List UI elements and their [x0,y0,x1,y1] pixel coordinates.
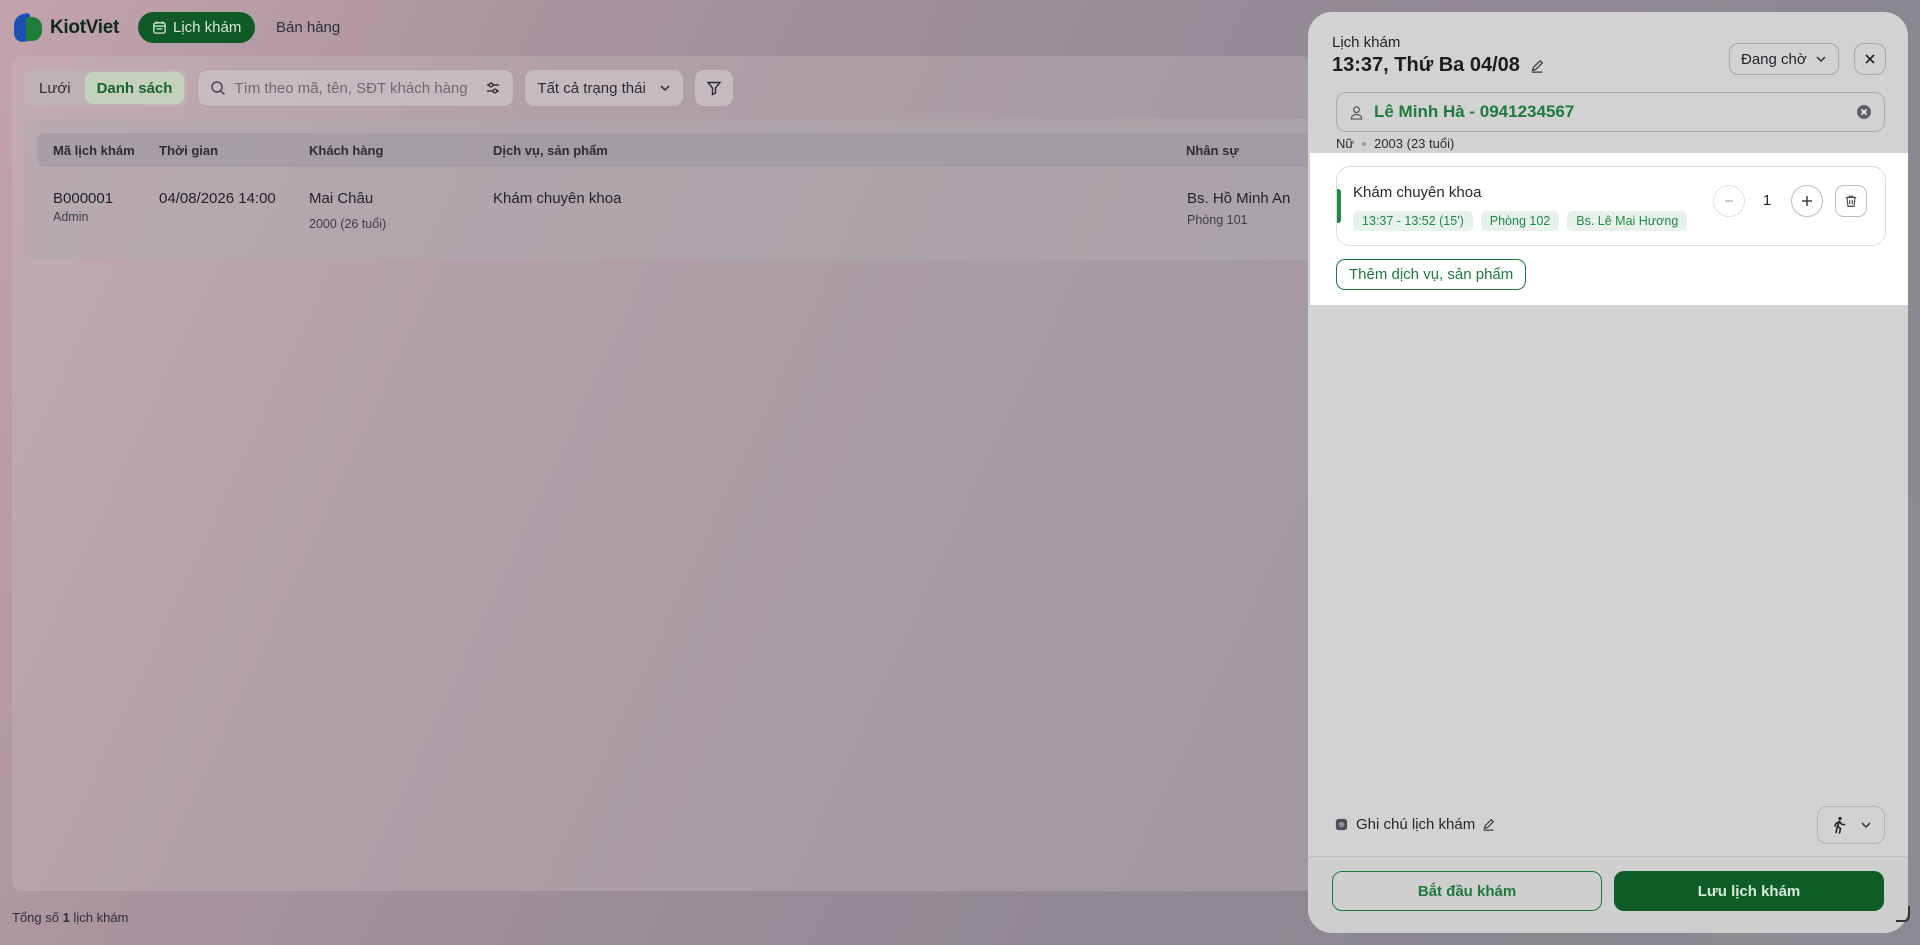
customer-field[interactable]: Lê Minh Hà - 0941234567 [1336,92,1885,132]
drawer-footer: Bắt đầu khám Lưu lịch khám [1308,856,1908,933]
status-value: Đang chờ [1741,50,1807,68]
appointments-table: Mã lịch khám Thời gian Khách hàng Dịch v… [24,119,1327,260]
column-header-service: Dịch vụ, sản phẩm [493,143,608,158]
nav-item-sales[interactable]: Bán hàng [262,12,354,43]
plus-icon [1802,196,1812,206]
close-icon [1865,54,1875,64]
separator-dot [1362,141,1367,146]
advanced-filter-button[interactable] [694,69,735,107]
customer-birth: 2003 (23 tuổi) [1374,136,1455,151]
add-service-button[interactable]: Thêm dịch vụ, sản phẩm [1336,259,1527,290]
search-input[interactable]: Tìm theo mã, tên, SĐT khách hàng [197,69,515,107]
customer-name: Lê Minh Hà - 0941234567 [1374,102,1575,121]
staff-room: Phòng 101 [1187,213,1248,227]
nav-item-label: Bán hàng [276,19,341,36]
calendar-icon [153,21,166,34]
column-header-time: Thời gian [159,143,219,158]
note-label: Ghi chú lịch khám [1356,816,1476,833]
chevron-down-icon [1860,822,1871,829]
resize-handle[interactable] [1896,906,1910,922]
start-exam-button[interactable]: Bắt đầu khám [1332,871,1602,911]
staff-name: Bs. Hồ Minh An [1187,190,1291,207]
total-suffix: lịch khám [73,910,129,925]
customer-birth: 2000 (26 tuổi) [309,217,387,231]
total-prefix: Tổng số [12,910,59,925]
minus-icon [1725,200,1733,202]
chevron-down-icon [1816,56,1826,63]
customer-name: Mai Châu [309,190,374,207]
service-doctor-chip[interactable]: Bs. Lê Mai Hương [1567,211,1688,231]
pencil-icon[interactable] [1530,59,1544,73]
chevron-down-icon [660,85,670,92]
nav-item-appointments[interactable]: Lịch khám [138,12,256,43]
search-icon [211,81,226,96]
total-number: 1 [62,910,70,925]
pencil-icon [1483,818,1495,831]
walking-icon [1833,816,1845,834]
delete-service-button[interactable] [1835,185,1867,217]
appointment-creator: Admin [53,210,89,224]
top-navigation: KiotViet Lịch khám Bán hàng [0,0,1310,56]
funnel-icon [706,81,722,96]
view-grid-tab[interactable]: Lưới [27,72,83,104]
status-dropdown[interactable]: Đang chờ [1729,43,1839,75]
nav-item-label: Lịch khám [173,19,242,36]
appointment-code: B000001 [53,190,114,207]
service-indicator [1337,189,1341,223]
search-placeholder: Tìm theo mã, tên, SĐT khách hàng [234,79,468,97]
customer-meta: Nữ 2003 (23 tuổi) [1336,136,1454,151]
app-logo[interactable]: KiotViet [12,12,119,44]
visit-type-dropdown[interactable] [1817,806,1885,844]
service-name: Khám chuyên khoa [1353,184,1482,201]
column-header-code: Mã lịch khám [53,143,135,158]
quantity-value[interactable]: 1 [1755,192,1779,209]
service-room-chip[interactable]: Phòng 102 [1480,211,1560,231]
total-count: Tổng số 1 lịch khám [12,910,128,925]
services-panel: Khám chuyên khoa 13:37 - 13:52 (15') Phò… [1310,153,1908,305]
service-chips: 13:37 - 13:52 (15') Phòng 102 Bs. Lê Mai… [1353,211,1688,231]
close-button[interactable] [1854,43,1886,75]
service-time-chip[interactable]: 13:37 - 13:52 (15') [1353,211,1473,231]
note-icon [1335,818,1348,831]
status-filter-value: Tất cả trạng thái [537,79,646,97]
increase-quantity-button[interactable] [1791,185,1823,217]
app-name: KiotViet [50,17,120,38]
sliders-icon[interactable] [485,80,501,96]
column-header-customer: Khách hàng [309,143,384,158]
decrease-quantity-button[interactable] [1713,185,1745,217]
customer-gender: Nữ [1336,136,1355,151]
appointment-drawer: Lịch khám 13:37, Thứ Ba 04/08 Đang chờ L… [1308,12,1908,933]
appointment-datetime: 13:37, Thứ Ba 04/08 [1332,54,1520,76]
service-name: Khám chuyên khoa [493,190,622,207]
appointment-note[interactable]: Ghi chú lịch khám [1334,816,1495,833]
clear-icon[interactable] [1856,104,1872,120]
user-icon [1350,105,1363,120]
table-header [37,133,1327,167]
status-filter-select[interactable]: Tất cả trạng thái [524,69,685,107]
view-switcher: Lưới Danh sách [24,69,188,107]
view-list-tab[interactable]: Danh sách [84,72,185,104]
logo-mark-icon [12,12,44,44]
list-toolbar: Lưới Danh sách Tìm theo mã, tên, SĐT khá… [24,69,735,107]
trash-icon [1845,195,1857,207]
drawer-datetime: 13:37, Thứ Ba 04/08 [1332,54,1544,77]
appointment-time: 04/08/2026 14:00 [159,190,276,207]
drawer-label: Lịch khám [1332,34,1401,51]
column-header-staff: Nhân sự [1186,143,1239,158]
service-card[interactable]: Khám chuyên khoa 13:37 - 13:52 (15') Phò… [1336,166,1886,246]
save-appointment-button[interactable]: Lưu lịch khám [1614,871,1884,911]
